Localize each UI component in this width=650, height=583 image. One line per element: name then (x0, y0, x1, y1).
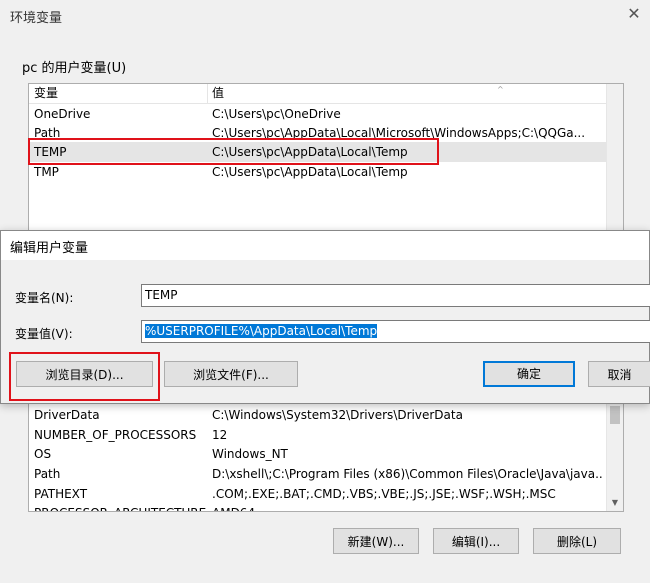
variable-value-selected-text: %USERPROFILE%\AppData\Local\Temp (145, 324, 378, 338)
variable-value: Windows_NT (212, 447, 288, 461)
system-variable-row[interactable]: PROCESSOR_ARCHITECTURE AMD64 (29, 503, 607, 511)
variable-value: D:\xshell\;C:\Program Files (x86)\Common… (212, 467, 602, 481)
user-variable-row[interactable]: OneDrive C:\Users\pc\OneDrive (29, 104, 607, 124)
variable-value: C:\Windows\System32\Drivers\DriverData (212, 408, 463, 422)
system-variables-list[interactable]: DriverData C:\Windows\System32\Drivers\D… (28, 403, 624, 512)
variable-name: NUMBER_OF_PROCESSORS (34, 428, 197, 442)
close-icon[interactable]: ✕ (626, 4, 642, 23)
column-header-value-label: 值 (212, 86, 225, 100)
new-button[interactable]: 新建(W)... (333, 528, 419, 554)
variable-name: OneDrive (34, 107, 91, 121)
browse-file-button[interactable]: 浏览文件(F)... (164, 361, 298, 387)
window-title: 环境变量 (10, 11, 63, 26)
system-variable-row[interactable]: DriverData C:\Windows\System32\Drivers\D… (29, 405, 607, 425)
variable-value-label: 变量值(V): (15, 327, 73, 341)
sort-arrow-icon: ^ (497, 85, 504, 94)
system-variable-row[interactable]: NUMBER_OF_PROCESSORS 12 (29, 425, 607, 445)
variable-name: Path (34, 467, 61, 481)
ok-button[interactable]: 确定 (483, 361, 575, 387)
highlight-box (28, 138, 439, 165)
user-variables-group-label: pc 的用户变量(U) (22, 61, 127, 76)
highlight-box (9, 352, 160, 401)
variable-name: PROCESSOR_ARCHITECTURE (34, 503, 206, 511)
variable-name-input[interactable]: TEMP (141, 284, 650, 307)
variable-value: 12 (212, 428, 228, 442)
variable-name: OS (34, 447, 52, 461)
scrollbar-thumb[interactable] (610, 406, 620, 424)
delete-button[interactable]: 删除(L) (533, 528, 621, 554)
edit-dialog-titlebar (1, 231, 649, 260)
variable-value: C:\Users\pc\OneDrive (212, 107, 341, 121)
variable-value: .COM;.EXE;.BAT;.CMD;.VBS;.VBE;.JS;.JSE;.… (212, 487, 556, 501)
user-list-scrollbar[interactable] (606, 84, 623, 232)
variable-name: TMP (34, 165, 59, 179)
column-header-variable-label: 变量 (34, 86, 59, 100)
column-header-value[interactable]: ^ 值 (207, 84, 608, 104)
edit-dialog-title: 编辑用户变量 (10, 241, 89, 256)
system-variable-row[interactable]: OS Windows_NT (29, 444, 607, 464)
cancel-button[interactable]: 取消 (588, 361, 650, 387)
column-header-variable[interactable]: 变量 (29, 84, 207, 104)
edit-button[interactable]: 编辑(I)... (433, 528, 519, 554)
system-variable-row[interactable]: Path D:\xshell\;C:\Program Files (x86)\C… (29, 464, 607, 484)
variable-value: AMD64 (212, 503, 602, 511)
variable-value: C:\Users\pc\AppData\Local\Temp (212, 165, 408, 179)
user-variable-row[interactable]: TMP C:\Users\pc\AppData\Local\Temp (29, 162, 607, 182)
variable-name-label: 变量名(N): (15, 291, 74, 305)
system-list-scrollbar[interactable]: ▼ (606, 404, 623, 511)
system-variable-row[interactable]: PATHEXT .COM;.EXE;.BAT;.CMD;.VBS;.VBE;.J… (29, 484, 607, 504)
variable-value-input[interactable]: %USERPROFILE%\AppData\Local\Temp (141, 320, 650, 343)
edit-user-variable-dialog: 编辑用户变量 变量名(N): TEMP 变量值(V): %USERPROFILE… (0, 230, 650, 404)
scroll-down-arrow-icon[interactable]: ▼ (607, 495, 623, 511)
variable-name: PATHEXT (34, 487, 88, 501)
variable-name: DriverData (34, 408, 100, 422)
